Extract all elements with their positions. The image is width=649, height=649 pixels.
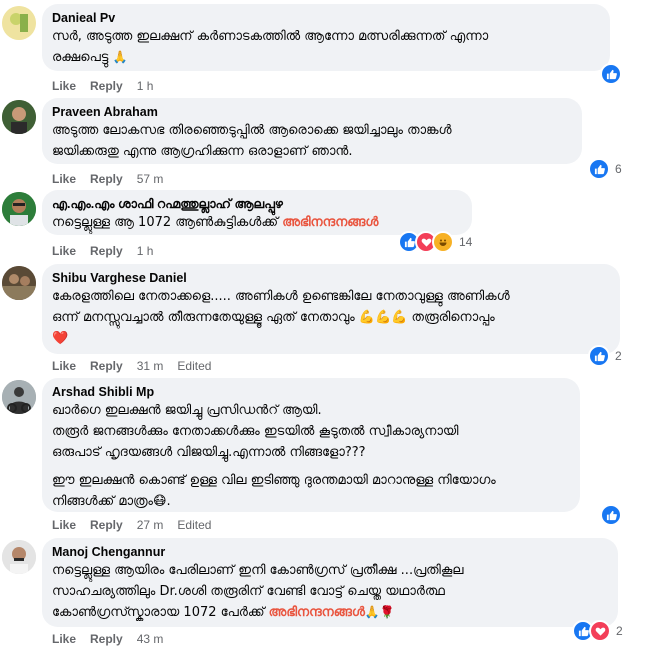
comment-actions: Like Reply 31 m Edited (52, 359, 225, 373)
avatar[interactable] (2, 192, 36, 226)
haha-reaction-icon (432, 231, 454, 253)
comment-text: അടുത്ത ലോകസഭ തിരഞ്ഞെടുപ്പിൽ ആരൊക്കെ ജയിച… (52, 123, 452, 159)
comment-bubble: Danieal Pv സർ, അടുത്ത ഇലക്ഷന് കർണാടകത്തി… (42, 4, 610, 71)
reaction-summary[interactable]: 2 (572, 620, 623, 642)
reply-button[interactable]: Reply (90, 359, 123, 373)
like-button[interactable]: Like (52, 632, 76, 646)
reaction-summary[interactable]: 14 (398, 231, 473, 253)
commenter-name[interactable]: Arshad Shibli Mp (52, 384, 570, 400)
like-reaction-icon (588, 345, 610, 367)
reaction-summary[interactable] (600, 504, 622, 526)
comment-bubble: എ.എം.എം ശാഫി റഹ്മത്തുല്ലാഹ് ആലപ്പുഴ നട്ട… (42, 190, 472, 235)
edited-label[interactable]: Edited (177, 518, 211, 532)
comment-text: കേരളത്തിലെ നേതാക്കളെ..... അണികൾ ഉണ്ടെങ്ക… (52, 289, 510, 346)
comment-bubble: Praveen Abraham അടുത്ത ലോകസഭ തിരഞ്ഞെടുപ്… (42, 98, 582, 164)
avatar[interactable] (2, 266, 36, 300)
edited-label[interactable]: Edited (177, 359, 211, 373)
like-button[interactable]: Like (52, 244, 76, 258)
avatar[interactable] (2, 6, 36, 40)
comment-text: സർ, അടുത്ത ഇലക്ഷന് കർണാടകത്തിൽ ആന്നോ മത്… (52, 29, 489, 65)
comment-bubble: Arshad Shibli Mp ഖാർഗെ ഇലക്ഷൻ ജയിച്ചു പ്… (42, 378, 580, 512)
comment-timestamp[interactable]: 57 m (137, 172, 164, 186)
comment-timestamp[interactable]: 31 m (137, 359, 164, 373)
reaction-summary[interactable]: 6 (588, 158, 622, 180)
commenter-name[interactable]: എ.എം.എം ശാഫി റഹ്മത്തുല്ലാഹ് ആലപ്പുഴ (52, 196, 462, 212)
commenter-name[interactable]: Manoj Chengannur (52, 544, 608, 560)
pray-rose-emoji: 🙏🌹 (364, 605, 395, 619)
avatar[interactable] (2, 100, 36, 134)
like-button[interactable]: Like (52, 359, 76, 373)
pray-emoji: 🙏 (112, 50, 128, 64)
like-button[interactable]: Like (52, 518, 76, 532)
commenter-name[interactable]: Praveen Abraham (52, 104, 572, 120)
love-reaction-icon (589, 620, 611, 642)
comment-timestamp[interactable]: 43 m (137, 632, 164, 646)
comment-actions: Like Reply 27 m Edited (52, 518, 225, 532)
highlighted-text: അഭിനന്ദനങ്ങൾ (268, 605, 365, 620)
avatar[interactable] (2, 540, 36, 574)
comment-timestamp[interactable]: 27 m (137, 518, 164, 532)
comment-bubble: Manoj Chengannur നട്ടെല്ലുള്ള ആയിരം പേരി… (42, 538, 618, 627)
like-reaction-icon (588, 158, 610, 180)
comment-actions: Like Reply 1 h (52, 79, 167, 93)
commenter-name[interactable]: Danieal Pv (52, 10, 600, 26)
reply-button[interactable]: Reply (90, 632, 123, 646)
comment-text: നട്ടെല്ലുള്ള ആയിരം പേരിലാണ് ഇനി കോൺഗ്രസ്… (52, 563, 464, 620)
like-button[interactable]: Like (52, 172, 76, 186)
reaction-summary[interactable]: 2 (588, 345, 622, 367)
highlighted-text: അഭിനന്ദനങ്ങൾ (282, 215, 379, 230)
like-button[interactable]: Like (52, 79, 76, 93)
like-reaction-icon (600, 63, 622, 85)
comment-text-paragraph-2: ഈ ഇലക്ഷൻ കൊണ്ട് ഉള്ള വില ഇടിഞ്ഞു ദുരന്തമ… (52, 473, 496, 509)
comment-bubble: Shibu Varghese Daniel കേരളത്തിലെ നേതാക്ക… (42, 264, 620, 354)
comment-actions: Like Reply 57 m (52, 172, 177, 186)
comment-text: ഖാർഗെ ഇലക്ഷൻ ജയിച്ചു പ്രസിഡൻറ് ആയി. തരൂർ… (52, 403, 459, 460)
reaction-summary[interactable] (600, 63, 622, 85)
comment-text: നട്ടെല്ലുള്ള ആ 1072 ആൺകുട്ടികൾക്ക് അഭിനന… (52, 215, 379, 230)
reaction-count: 2 (616, 624, 623, 638)
like-reaction-icon (600, 504, 622, 526)
reply-button[interactable]: Reply (90, 172, 123, 186)
reply-button[interactable]: Reply (90, 518, 123, 532)
comment-timestamp[interactable]: 1 h (137, 79, 154, 93)
avatar[interactable] (2, 380, 36, 414)
comment-actions: Like Reply 1 h (52, 244, 167, 258)
comment-actions: Like Reply 43 m (52, 632, 177, 646)
reaction-count: 6 (615, 162, 622, 176)
reaction-count: 14 (459, 235, 473, 249)
comment-timestamp[interactable]: 1 h (137, 244, 154, 258)
reaction-count: 2 (615, 349, 622, 363)
commenter-name[interactable]: Shibu Varghese Daniel (52, 270, 610, 286)
reply-button[interactable]: Reply (90, 79, 123, 93)
reply-button[interactable]: Reply (90, 244, 123, 258)
